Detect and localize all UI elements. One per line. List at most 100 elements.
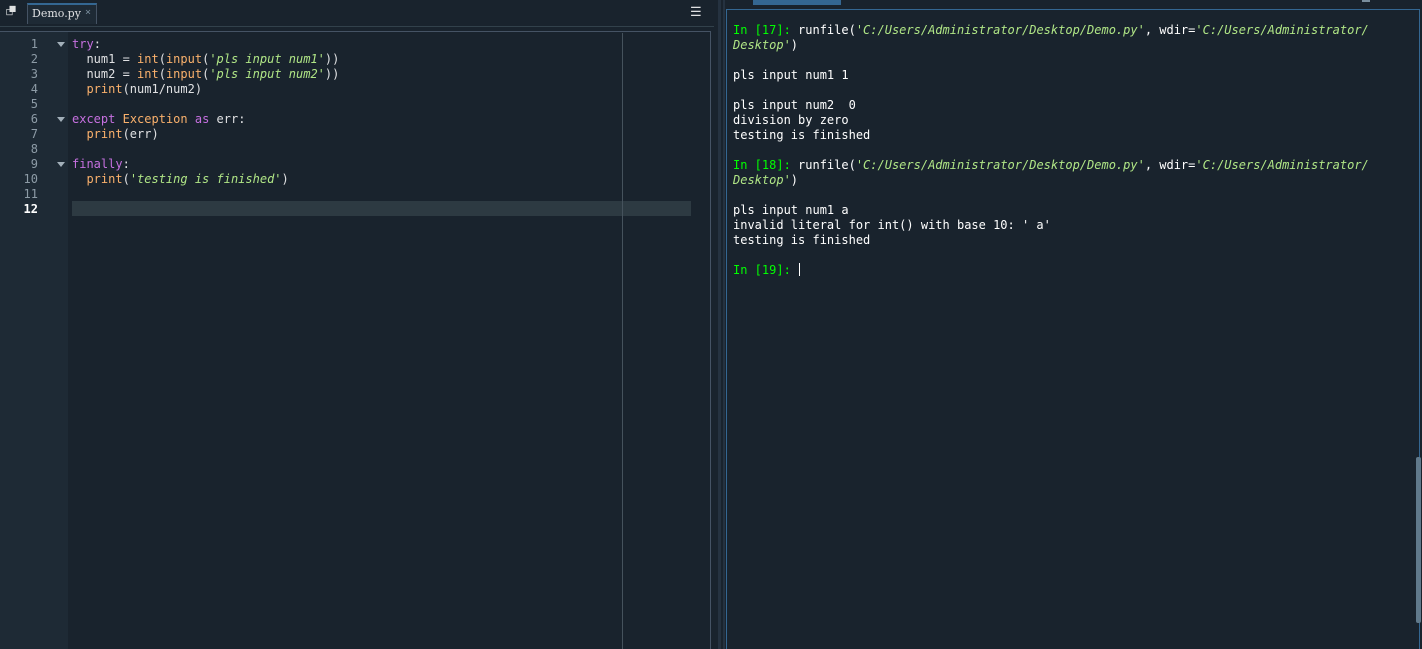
code-line: num2 = int(input('pls input num2')) <box>72 67 339 82</box>
console-output: division by zero <box>733 113 849 127</box>
console-text: , wdir= <box>1144 158 1196 172</box>
console-input-line[interactable]: In [19]: <box>733 263 801 278</box>
builtin: int <box>137 52 159 66</box>
console-text: runfile( <box>798 23 856 37</box>
input-prompt: In [17]: <box>733 23 799 37</box>
code-line: except Exception as err: <box>72 112 245 127</box>
builtin: int <box>137 67 159 81</box>
keyword: try <box>72 37 94 51</box>
current-line-number: 12 <box>23 202 38 216</box>
minimize-icon[interactable] <box>1362 0 1370 2</box>
line-number: 1 <box>30 37 38 51</box>
string-literal: Desktop' <box>733 173 791 187</box>
line-number: 10 <box>23 172 38 186</box>
builtin: print <box>86 82 123 96</box>
pane-splitter[interactable] <box>714 0 726 649</box>
console-scrollbar[interactable] <box>1416 457 1421 623</box>
line-number: 9 <box>30 157 38 171</box>
console-text: , wdir= <box>1144 23 1196 37</box>
line-number: 3 <box>30 67 38 81</box>
code-text: err: <box>209 112 246 126</box>
code-line: print('testing is finished') <box>72 172 289 187</box>
string-literal: 'pls input num1' <box>209 52 325 66</box>
code-text: : <box>122 157 130 171</box>
code-text: ( <box>122 172 130 186</box>
string-literal: 'C:/Users/Administrator/Desktop/Demo.py' <box>855 23 1145 37</box>
line-number: 6 <box>30 112 38 126</box>
browse-tabs-icon[interactable]: ⮻ <box>4 5 18 19</box>
code-text: ( <box>158 52 166 66</box>
tab-demo-py[interactable]: Demo.py × <box>27 3 97 24</box>
fold-arrow-icon[interactable] <box>57 162 65 167</box>
line-number: 11 <box>23 187 38 201</box>
hamburger-menu-icon[interactable]: ☰ <box>690 6 704 19</box>
splitter-handle[interactable] <box>723 0 725 649</box>
fold-arrow-icon[interactable] <box>57 117 65 122</box>
builtin: Exception <box>122 112 188 126</box>
console-output: testing is finished <box>733 233 871 247</box>
line-number: 2 <box>30 52 38 66</box>
builtin: print <box>86 127 123 141</box>
code-text: num1 = <box>72 52 138 66</box>
close-icon[interactable]: × <box>85 7 91 18</box>
string-literal: 'pls input num2' <box>209 67 325 81</box>
text-cursor <box>799 263 801 276</box>
line-number: 4 <box>30 82 38 96</box>
code-area[interactable]: try: num1 = int(input('pls input num1'))… <box>72 32 692 649</box>
string-literal: Desktop' <box>733 38 791 52</box>
keyword: except <box>72 112 116 126</box>
code-line: try: <box>72 37 101 52</box>
fold-arrow-icon[interactable] <box>57 42 65 47</box>
console-tab[interactable] <box>753 0 841 5</box>
console-output: invalid literal for int() with base 10: … <box>733 218 1051 232</box>
code-text: )) <box>324 67 340 81</box>
keyword: as <box>194 112 210 126</box>
line-number: 8 <box>30 142 38 156</box>
builtin: print <box>86 172 123 186</box>
code-text: )) <box>324 52 340 66</box>
ipython-console: In [17]: runfile('C:/Users/Administrator… <box>726 0 1422 649</box>
code-line: print(err) <box>72 127 159 142</box>
code-text: num2 = <box>72 67 138 81</box>
input-prompt: In [19]: <box>733 263 799 277</box>
console-text: ) <box>790 173 799 187</box>
console-text: ) <box>790 38 799 52</box>
code-text: (num1/num2) <box>122 82 203 96</box>
code-line: finally: <box>72 157 130 172</box>
input-prompt: In [18]: <box>733 158 799 172</box>
builtin: input <box>165 52 203 66</box>
code-text: (err) <box>122 127 159 141</box>
console-output: testing is finished <box>733 128 871 142</box>
string-literal: 'C:/Users/Administrator/Desktop/Demo.py' <box>855 158 1145 172</box>
console-output: pls input num1 a <box>733 203 849 217</box>
code-text: ) <box>281 172 289 186</box>
editor-tab-bar: ⮻ Demo.py × ☰ <box>0 0 714 27</box>
console-output: pls input num2 0 <box>733 98 856 112</box>
string-literal: 'C:/Users/Administrator/ <box>1195 23 1369 37</box>
console-line: In [17]: runfile('C:/Users/Administrator… <box>733 23 1369 38</box>
keyword: finally <box>72 157 123 171</box>
tab-label: Demo.py <box>32 7 81 20</box>
editor-pane: ⮻ Demo.py × ☰ 1 2 3 4 5 6 7 8 9 10 11 12… <box>0 0 714 649</box>
console-line: Desktop') <box>733 38 798 53</box>
code-text: : <box>93 37 101 51</box>
string-literal: 'C:/Users/Administrator/ <box>1195 158 1369 172</box>
line-number: 5 <box>30 97 38 111</box>
code-line: num1 = int(input('pls input num1')) <box>72 52 339 67</box>
console-output: pls input num1 1 <box>733 68 849 82</box>
string-literal: 'testing is finished' <box>129 172 282 186</box>
code-line: print(num1/num2) <box>72 82 202 97</box>
console-line: In [18]: runfile('C:/Users/Administrator… <box>733 158 1369 173</box>
line-number-gutter: 1 2 3 4 5 6 7 8 9 10 11 12 <box>0 32 68 649</box>
code-text: ( <box>158 67 166 81</box>
console-text: runfile( <box>798 158 856 172</box>
console-line: Desktop') <box>733 173 798 188</box>
splitter-handle[interactable] <box>718 0 721 649</box>
builtin: input <box>165 67 203 81</box>
line-number: 7 <box>30 127 38 141</box>
